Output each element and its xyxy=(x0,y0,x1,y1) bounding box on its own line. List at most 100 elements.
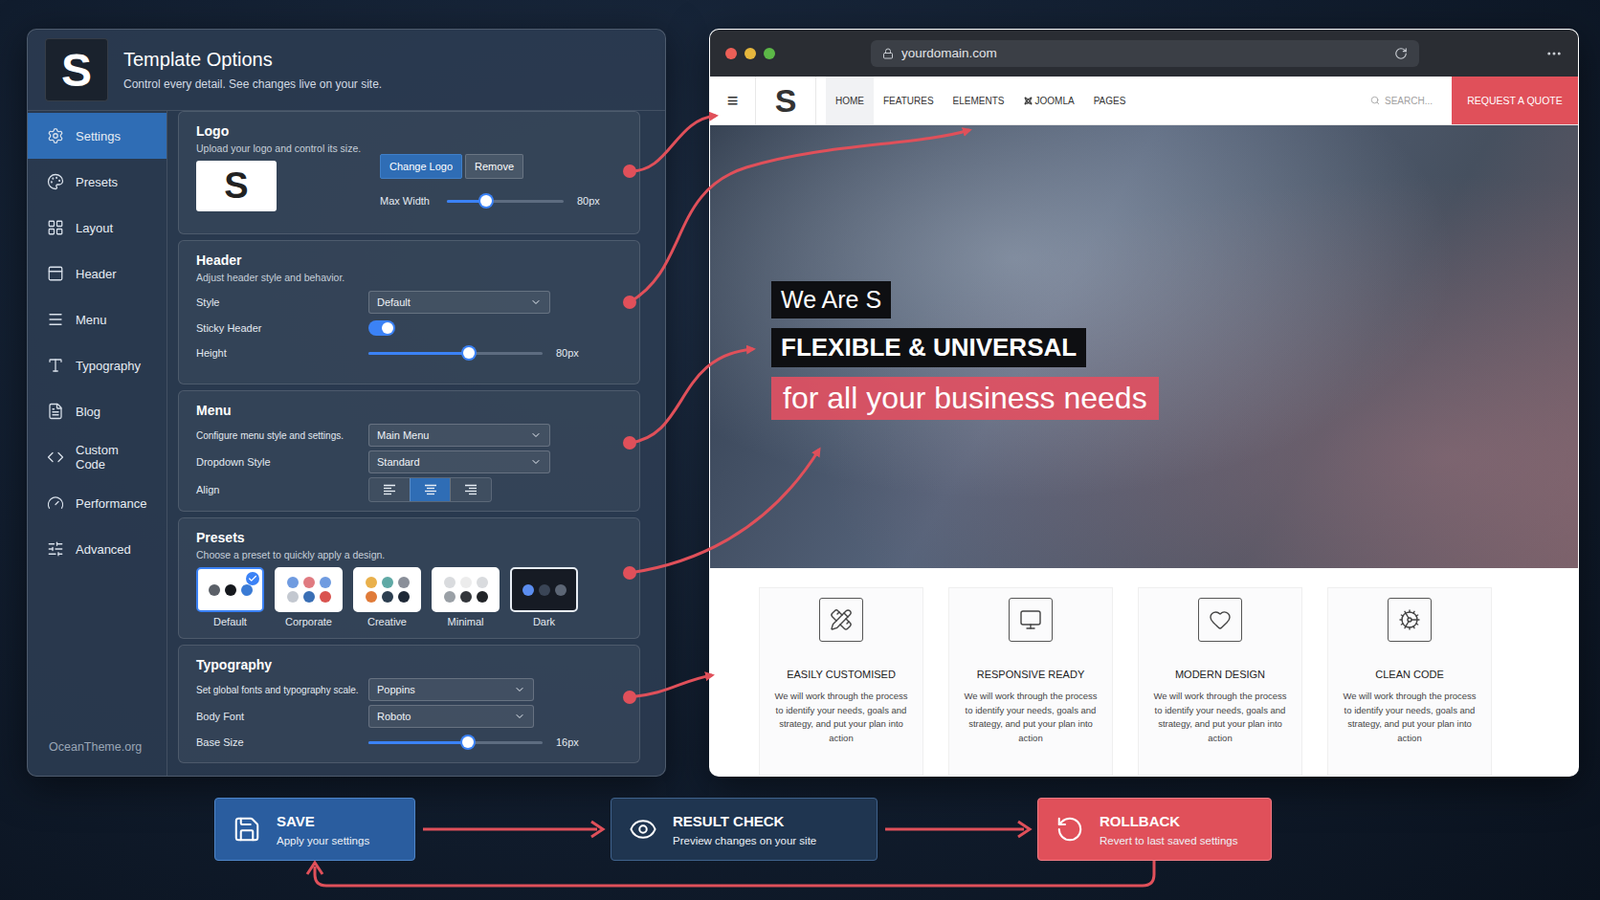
slider-track[interactable] xyxy=(446,200,564,203)
sidebar-item[interactable]: Menu xyxy=(27,296,167,343)
nav-item[interactable]: ELEMENTS xyxy=(943,76,1015,125)
hero-heading: for all your business needs xyxy=(771,377,1159,421)
nav-item[interactable]: JOOMLA xyxy=(1014,76,1085,125)
sidebar-item[interactable]: Header xyxy=(27,250,167,297)
setting-label: Body Font xyxy=(196,710,369,724)
setting-row: Configure menu style and settings.Main M… xyxy=(196,423,623,447)
align-button[interactable] xyxy=(409,478,451,502)
sidebar-item[interactable]: Layout xyxy=(27,204,167,251)
maximize-dot[interactable] xyxy=(763,47,776,60)
browser-window: yourdomain.com ≡SHOMEFEATURESELEMENTSJOOM… xyxy=(709,28,1579,778)
color-dot xyxy=(224,584,237,597)
sidebar-label: Layout xyxy=(75,221,113,236)
sidebar-item[interactable]: Settings xyxy=(27,112,167,159)
preset-card[interactable]: Corporate xyxy=(274,567,343,628)
minimize-dot[interactable] xyxy=(744,47,756,60)
preset-card[interactable]: Dark xyxy=(510,567,578,628)
feature-title: RESPONSIVE READY xyxy=(977,668,1085,681)
align-button[interactable] xyxy=(369,478,410,502)
preset-swatch[interactable] xyxy=(274,567,343,613)
color-dot xyxy=(303,591,315,603)
remove-button[interactable]: Remove xyxy=(465,154,524,179)
setting-row: Height80px xyxy=(196,342,623,364)
setting-row: Align xyxy=(196,477,623,503)
heart-icon xyxy=(1208,608,1232,632)
preset-card[interactable]: Default xyxy=(196,567,265,628)
hamburger-button[interactable]: ≡ xyxy=(710,76,756,125)
site-search[interactable]: SEARCH... xyxy=(1351,76,1452,125)
secondary-step-button[interactable]: RESULT CHECKPreview changes on your site xyxy=(610,798,878,862)
quote-button[interactable]: REQUEST A QUOTE xyxy=(1451,76,1578,125)
color-dot xyxy=(241,584,253,597)
preset-swatch[interactable] xyxy=(431,567,500,613)
select[interactable]: Roboto xyxy=(368,705,534,729)
sidebar: Settings Presets Layout HeaderMenuTypograph… xyxy=(27,111,168,778)
slider-track[interactable] xyxy=(368,352,543,356)
nav-item[interactable]: PAGES xyxy=(1084,76,1136,125)
slider[interactable]: 80px xyxy=(446,195,600,207)
sidebar-item[interactable]: Custom Code xyxy=(27,434,167,481)
preset-swatch[interactable] xyxy=(510,567,578,613)
preset-label: Corporate xyxy=(285,616,333,628)
slider-thumb[interactable] xyxy=(480,195,492,207)
sidebar-item[interactable]: Presets xyxy=(27,158,167,205)
select-value: Standard xyxy=(377,456,421,468)
change-logo-button[interactable]: Change Logo xyxy=(379,154,463,179)
slider-fill xyxy=(368,352,469,356)
slider-track[interactable] xyxy=(368,741,543,745)
more-icon[interactable] xyxy=(1545,44,1563,63)
toggle[interactable] xyxy=(368,320,396,336)
sidebar-item[interactable]: Blog xyxy=(27,388,167,435)
preset-swatch[interactable] xyxy=(353,567,422,613)
align-center-icon xyxy=(423,484,438,496)
color-dot xyxy=(444,577,456,589)
reload-icon[interactable] xyxy=(1394,46,1408,61)
feature-card: CLEAN CODEWe will work through the proce… xyxy=(1327,587,1492,777)
primary-step-button[interactable]: SAVEApply your settings xyxy=(214,798,416,862)
gear-icon xyxy=(46,127,65,145)
nav-item[interactable]: FEATURES xyxy=(873,76,944,125)
typography-icon xyxy=(46,356,65,375)
align-right-icon xyxy=(464,484,478,496)
color-dot xyxy=(319,577,332,589)
rollback-icon xyxy=(1055,815,1085,845)
feature-text: We will work through the process to iden… xyxy=(1150,689,1290,747)
select[interactable]: Standard xyxy=(368,450,551,474)
slider-thumb[interactable] xyxy=(463,347,475,359)
sidebar-label: Settings xyxy=(75,129,121,144)
chevron-down-icon xyxy=(530,456,542,468)
address-bar[interactable]: yourdomain.com xyxy=(870,40,1420,67)
align-left-icon xyxy=(382,484,397,496)
setting-label: Dropdown Style xyxy=(196,455,369,469)
sidebar-item[interactable]: Advanced xyxy=(27,526,167,573)
sidebar-label: Performance xyxy=(75,496,147,512)
select[interactable]: Default xyxy=(368,290,551,314)
color-dot xyxy=(555,584,567,597)
preset-card[interactable]: Creative xyxy=(353,567,422,628)
preset-label: Dark xyxy=(533,616,556,628)
site-logo[interactable]: S xyxy=(755,76,817,125)
close-dot[interactable] xyxy=(725,47,737,60)
preset-card[interactable]: Minimal xyxy=(431,567,500,628)
color-dot xyxy=(319,591,332,603)
preset-swatch[interactable] xyxy=(196,567,265,613)
setting-label: Height xyxy=(196,346,369,360)
sidebar-item[interactable]: Typography xyxy=(27,342,167,389)
slider-thumb[interactable] xyxy=(462,736,474,749)
nav-item[interactable]: HOME xyxy=(825,76,874,125)
preset-label: Minimal xyxy=(447,616,485,628)
align-button[interactable] xyxy=(449,478,491,502)
slider[interactable]: 16px xyxy=(368,736,623,749)
color-dot xyxy=(444,591,456,603)
danger-step-button[interactable]: ROLLBACKRevert to last saved settings xyxy=(1037,798,1272,862)
select[interactable]: Poppins xyxy=(368,678,534,702)
setting-row: Dropdown Style Standard xyxy=(196,450,623,474)
select[interactable]: Main Menu xyxy=(368,423,551,447)
color-dot xyxy=(303,577,315,589)
section-title: Menu xyxy=(196,402,623,419)
slider[interactable]: 80px xyxy=(368,347,623,359)
sidebar-item[interactable]: Performance xyxy=(27,480,167,527)
feature-text: We will work through the process to iden… xyxy=(1339,689,1480,747)
arrow-icon xyxy=(877,798,1038,862)
setting-row: Body FontRoboto xyxy=(196,705,623,729)
